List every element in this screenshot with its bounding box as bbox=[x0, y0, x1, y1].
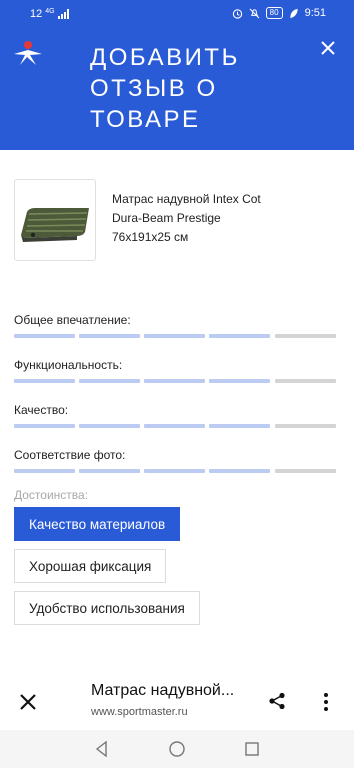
sportmaster-logo-icon bbox=[14, 41, 42, 65]
review-page: 12 4G 80 9:51 ДОБАВИТЬ ОТЗЫВ О ТОВАРЕ Ма… bbox=[0, 0, 354, 768]
recents-icon[interactable] bbox=[242, 739, 262, 759]
battery-icon: 80 bbox=[265, 7, 283, 19]
mute-icon bbox=[249, 8, 260, 18]
rating-segment[interactable] bbox=[79, 424, 140, 428]
network-type: 4G bbox=[45, 7, 55, 15]
clock: 9:51 bbox=[304, 7, 326, 19]
signal-icon bbox=[57, 9, 69, 19]
custom-tab-bar: Матрас надувной... www.sportmaster.ru bbox=[0, 675, 354, 730]
rating-segment[interactable] bbox=[144, 379, 205, 383]
network-label: 12 bbox=[30, 8, 43, 20]
home-icon[interactable] bbox=[167, 739, 187, 759]
rating-segment[interactable] bbox=[14, 379, 75, 383]
close-icon[interactable] bbox=[318, 38, 338, 58]
network-status: 12 4G bbox=[30, 8, 69, 20]
advantages-label: Достоинства: bbox=[14, 488, 89, 502]
product-image bbox=[14, 179, 96, 261]
rating-segment[interactable] bbox=[275, 469, 336, 473]
rating-bars bbox=[14, 424, 338, 428]
leaf-icon bbox=[289, 8, 298, 18]
page-title: ДОБАВИТЬ ОТЗЫВ О ТОВАРЕ bbox=[90, 44, 240, 133]
tab-title: Матрас надувной... bbox=[91, 682, 235, 699]
rating-segment[interactable] bbox=[144, 424, 205, 428]
rating-segment[interactable] bbox=[79, 379, 140, 383]
rating-bars bbox=[14, 334, 338, 338]
alarm-icon bbox=[232, 8, 242, 19]
advantage-chip-fixation[interactable]: Хорошая фиксация bbox=[14, 549, 167, 583]
rating-segment[interactable] bbox=[14, 334, 75, 338]
rating-segment[interactable] bbox=[79, 334, 140, 338]
rating-row: Соответствие фото: bbox=[14, 447, 338, 473]
status-icons: 80 9:51 bbox=[232, 7, 326, 19]
status-bar: 12 4G 80 9:51 bbox=[0, 0, 354, 28]
rating-segment[interactable] bbox=[144, 334, 205, 338]
advantage-chip-usability[interactable]: Удобство использования bbox=[14, 591, 200, 625]
share-icon[interactable] bbox=[268, 692, 286, 710]
rating-segment[interactable] bbox=[209, 379, 270, 383]
rating-segment[interactable] bbox=[14, 469, 75, 473]
rating-bars bbox=[14, 379, 338, 383]
rating-segment[interactable] bbox=[275, 424, 336, 428]
rating-label: Функциональность: bbox=[14, 358, 123, 372]
system-navigation-bar bbox=[0, 730, 354, 768]
rating-segment[interactable] bbox=[209, 469, 270, 473]
rating-bars bbox=[14, 469, 338, 473]
rating-label: Соответствие фото: bbox=[14, 448, 126, 462]
rating-segment[interactable] bbox=[275, 379, 336, 383]
rating-label: Общее впечатление: bbox=[14, 313, 131, 327]
product-name: Матрас надувной Intex Cot Dura-Beam Pres… bbox=[112, 192, 261, 244]
more-options-icon[interactable] bbox=[323, 692, 329, 712]
back-icon[interactable] bbox=[92, 739, 112, 759]
rating-segment[interactable] bbox=[79, 469, 140, 473]
rating-segment[interactable] bbox=[209, 424, 270, 428]
header: 12 4G 80 9:51 ДОБАВИТЬ ОТЗЫВ О ТОВАРЕ bbox=[0, 0, 354, 150]
rating-row: Общее впечатление: bbox=[14, 312, 338, 338]
tab-url: www.sportmaster.ru bbox=[91, 706, 188, 718]
rating-segment[interactable] bbox=[275, 334, 336, 338]
rating-segment[interactable] bbox=[14, 424, 75, 428]
rating-segment[interactable] bbox=[209, 334, 270, 338]
advantage-chip-materials[interactable]: Качество материалов bbox=[14, 507, 181, 541]
rating-label: Качество: bbox=[14, 403, 69, 417]
rating-segment[interactable] bbox=[144, 469, 205, 473]
rating-row: Функциональность: bbox=[14, 357, 338, 383]
close-tab-icon[interactable] bbox=[18, 692, 38, 712]
rating-row: Качество: bbox=[14, 402, 338, 428]
